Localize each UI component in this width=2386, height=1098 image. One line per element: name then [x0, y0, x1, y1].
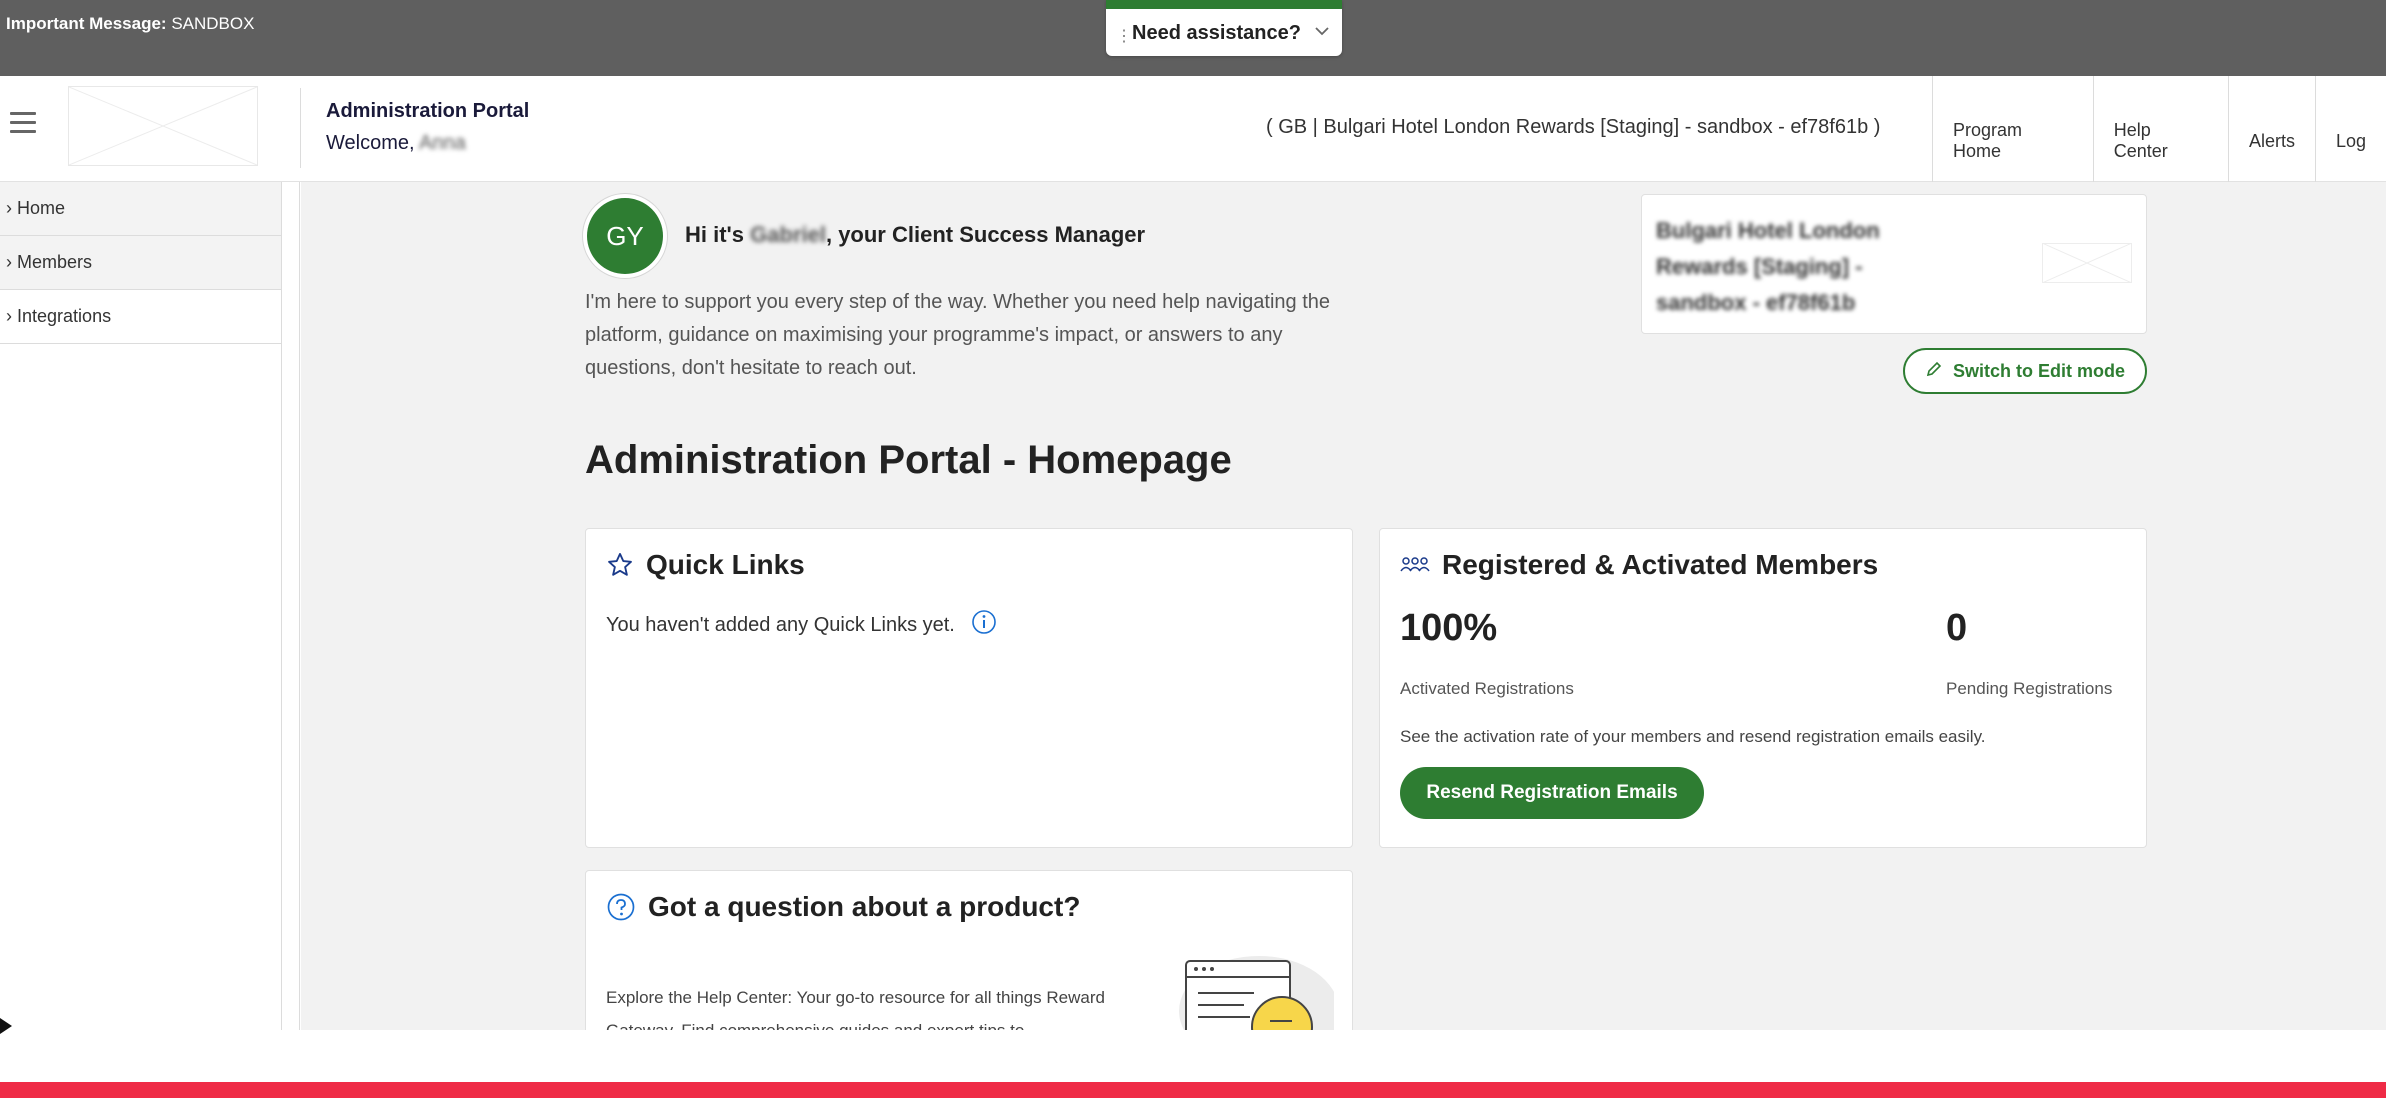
important-message-label: Important Message:: [6, 14, 167, 33]
system-bar: Important Message: SANDBOX ⋮ Need assist…: [0, 0, 2386, 76]
cursor-arrow-icon: [0, 1018, 12, 1034]
pending-registrations-label: Pending Registrations: [1946, 679, 2113, 698]
program-brand-name: Bulgari Hotel London Rewards [Staging] -…: [1656, 218, 1880, 315]
quick-links-title: Quick Links: [606, 549, 805, 581]
switch-to-edit-mode-button[interactable]: Switch to Edit mode: [1903, 348, 2147, 394]
quick-links-empty-state: You haven't added any Quick Links yet.: [606, 609, 997, 641]
csm-greeting: Hi it's Gabriel, your Client Success Man…: [685, 222, 1145, 248]
drag-handle-icon[interactable]: ⋮: [1116, 26, 1132, 46]
product-question-title-text: Got a question about a product?: [648, 891, 1081, 922]
program-brand-card: Bulgari Hotel London Rewards [Staging] -…: [1641, 194, 2147, 334]
sidebar-item-home[interactable]: › Home: [0, 182, 281, 236]
nav-alerts[interactable]: Alerts: [2227, 76, 2315, 182]
welcome-text: Welcome, Anna: [326, 132, 466, 155]
nav-help-center[interactable]: Help Center: [2092, 76, 2228, 182]
bottom-accent-bar: [0, 1082, 2386, 1098]
sidebar-item-label: Members: [17, 252, 93, 272]
registered-members-title: Registered & Activated Members: [1400, 549, 1878, 581]
nav-program-home[interactable]: Program Home: [1932, 76, 2093, 182]
sidebar-item-label: Integrations: [17, 306, 112, 326]
activated-registrations-value: 100%: [1400, 607, 1498, 649]
chevron-down-icon: [1314, 24, 1330, 42]
users-icon: [1400, 554, 1430, 576]
csm-greeting-suffix: , your Client Success Manager: [825, 222, 1146, 247]
registered-members-description: See the activation rate of your members …: [1400, 727, 1986, 746]
activated-registrations-label: Activated Registrations: [1400, 679, 1574, 698]
important-message: Important Message: SANDBOX: [6, 14, 254, 34]
sidebar-item-label: Home: [17, 198, 66, 218]
main-content: GY Hi it's Gabriel, your Client Success …: [301, 182, 2386, 1030]
welcome-user-name: Anna: [419, 132, 466, 154]
menu-icon[interactable]: [10, 112, 36, 134]
header-divider: [300, 88, 301, 168]
program-info: ( GB | Bulgari Hotel London Rewards [Sta…: [1266, 116, 1881, 138]
registered-members-title-text: Registered & Activated Members: [1442, 549, 1879, 580]
footer-spacer: [0, 1030, 2386, 1082]
pencil-icon: [1925, 360, 1943, 383]
nav-logout[interactable]: Log: [2314, 76, 2386, 182]
welcome-prefix: Welcome,: [326, 132, 415, 154]
need-assistance-dropdown[interactable]: ⋮ Need assistance?: [1106, 0, 1342, 56]
help-center-illustration-icon: [1164, 949, 1339, 1030]
star-icon: [606, 551, 634, 579]
sidebar: › Home › Members › Integrations: [0, 182, 282, 1030]
product-question-description: Explore the Help Center: Your go-to reso…: [606, 988, 1105, 1030]
info-icon[interactable]: [971, 609, 997, 641]
chevron-right-icon: ›: [6, 252, 12, 272]
chevron-right-icon: ›: [6, 198, 12, 218]
top-navigation: Program Home Help Center Alerts Log: [1932, 76, 2386, 182]
logo-placeholder: [68, 86, 258, 166]
sidebar-item-members[interactable]: › Members: [0, 236, 281, 290]
quick-links-empty-text: You haven't added any Quick Links yet.: [606, 613, 955, 636]
pending-registrations-value: 0: [1946, 607, 1968, 649]
resend-registration-emails-button[interactable]: Resend Registration Emails: [1400, 767, 1704, 819]
quick-links-card: Quick Links You haven't added any Quick …: [585, 528, 1353, 848]
csm-avatar: GY: [587, 198, 663, 274]
page-title: Administration Portal - Homepage: [585, 438, 1232, 482]
switch-to-edit-mode-label: Switch to Edit mode: [1952, 360, 2125, 381]
csm-name: Gabriel: [750, 222, 826, 247]
app-header: Administration Portal Welcome, Anna ( GB…: [0, 76, 2386, 182]
brand-logo-placeholder: [2042, 243, 2132, 283]
chevron-right-icon: ›: [6, 306, 12, 326]
question-icon: [606, 892, 636, 922]
csm-description: I'm here to support you every step of th…: [585, 291, 1330, 379]
csm-greeting-prefix: Hi it's: [685, 222, 745, 247]
need-assistance-label: Need assistance?: [1132, 22, 1301, 44]
quick-links-title-text: Quick Links: [646, 549, 805, 580]
important-message-value: SANDBOX: [171, 14, 255, 33]
registered-members-card: Registered & Activated Members 100% Acti…: [1379, 528, 2147, 848]
sidebar-gutter: [282, 182, 300, 1030]
product-question-card: Got a question about a product? Explore …: [585, 870, 1353, 1030]
product-question-title: Got a question about a product?: [606, 891, 1080, 923]
sidebar-item-integrations[interactable]: › Integrations: [0, 290, 281, 344]
portal-title: Administration Portal: [326, 100, 530, 122]
